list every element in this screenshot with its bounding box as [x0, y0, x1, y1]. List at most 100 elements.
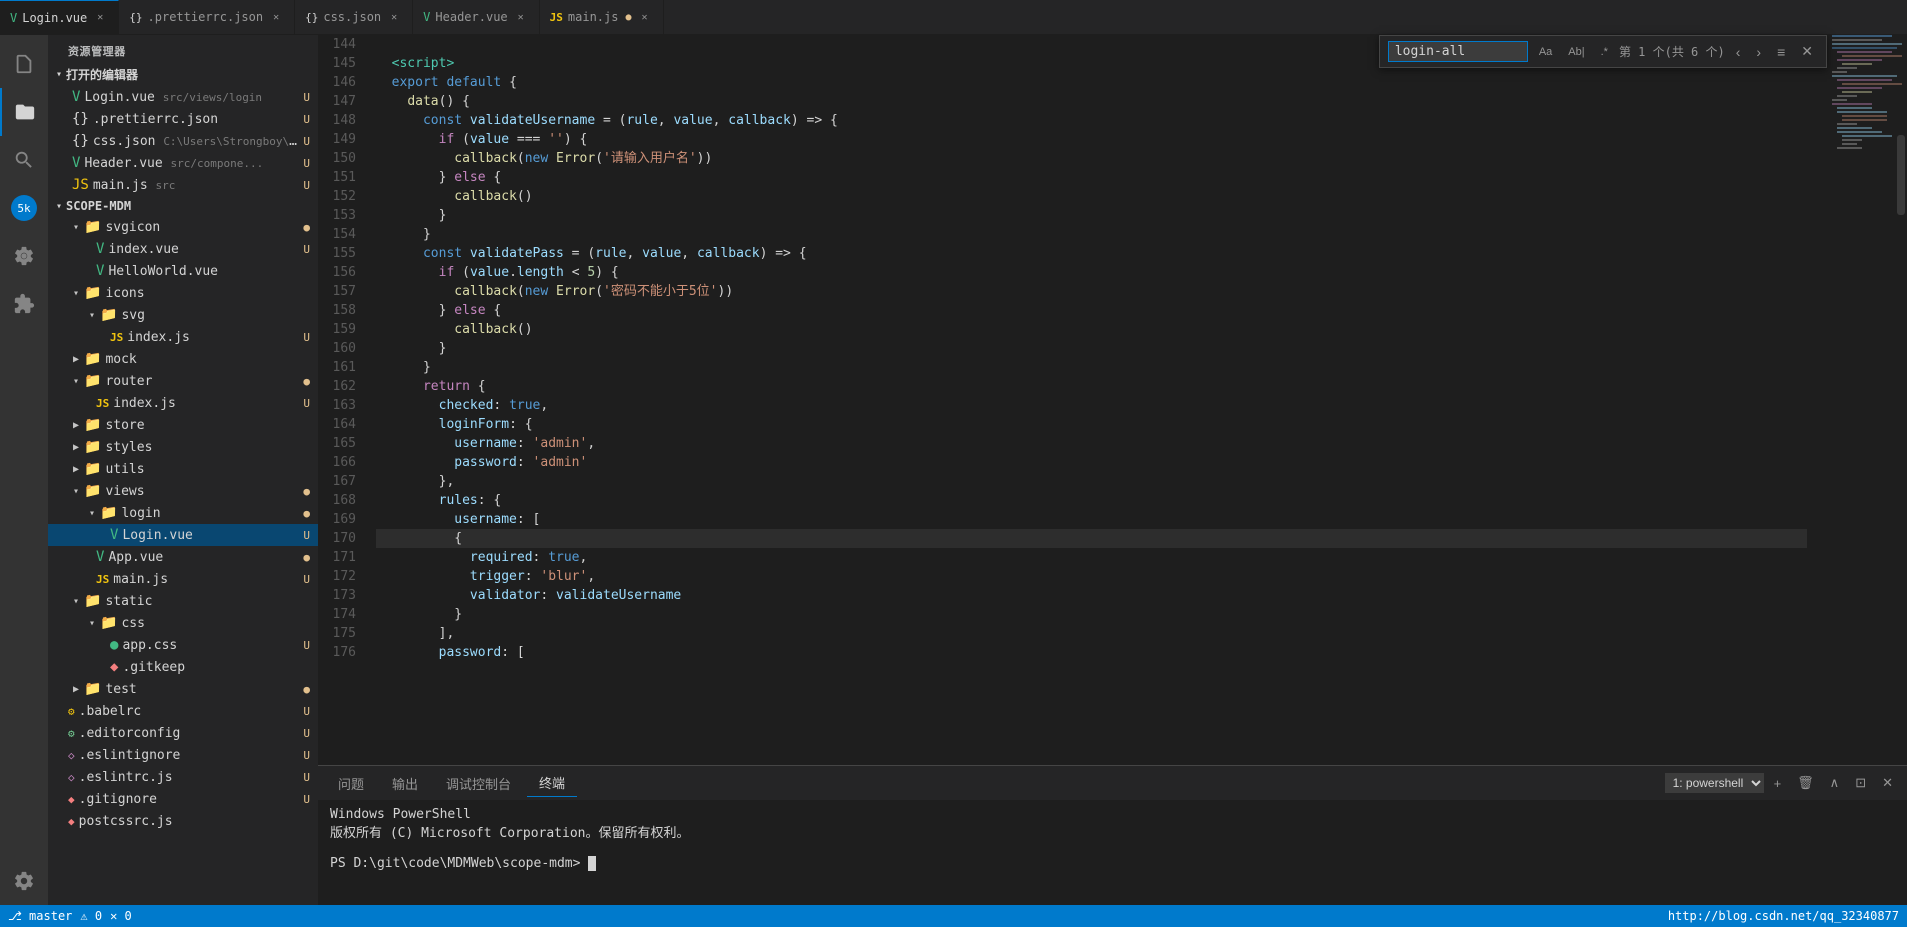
tree-css-folder[interactable]: ▾ 📁 css [48, 612, 318, 634]
tab-prettierrc[interactable]: {} .prettierrc.json ✕ [119, 0, 295, 35]
status-warnings[interactable]: ✕ 0 [110, 909, 132, 923]
status-branch[interactable]: ⎇ master [8, 909, 72, 923]
code-line-155: const validatePass = (rule, value, callb… [376, 244, 1807, 263]
extensions-activity-icon[interactable] [0, 280, 48, 328]
vue-icon-tree-2: V [96, 263, 104, 279]
open-editors-label: 打开的编辑器 [66, 66, 138, 83]
tree-test[interactable]: ▶ 📁 test ● [48, 678, 318, 700]
code-line-169: username: [ [376, 510, 1807, 529]
tree-styles[interactable]: ▶ 📁 styles [48, 436, 318, 458]
tab-close-login-vue[interactable]: ✕ [92, 10, 108, 26]
scope-mdm-section[interactable]: ▾ SCOPE-MDM [48, 196, 318, 216]
tree-helloworld-vue[interactable]: V HelloWorld.vue [48, 260, 318, 282]
tree-gitkeep[interactable]: ◆ .gitkeep [48, 656, 318, 678]
settings-activity-icon[interactable] [0, 857, 48, 905]
find-input[interactable] [1388, 41, 1528, 62]
open-file-login-vue[interactable]: V Login.vue src/views/login U [48, 86, 318, 108]
u-badge-7: U [303, 705, 310, 718]
terminal-body[interactable]: Windows PowerShell 版权所有 (C) Microsoft Co… [318, 801, 1907, 905]
tab-css-json[interactable]: {} css.json ✕ [295, 0, 413, 35]
code-line-149: if (value === '') { [376, 130, 1807, 149]
tab-header-vue[interactable]: V Header.vue ✕ [413, 0, 539, 35]
terminal-line-3 [330, 841, 1895, 856]
terminal-close-btn[interactable]: ✕ [1876, 773, 1899, 793]
tab-close-header-vue[interactable]: ✕ [513, 9, 529, 25]
tab-close-prettierrc[interactable]: ✕ [268, 9, 284, 25]
find-regex-btn[interactable]: .* [1596, 44, 1613, 60]
find-close-btn[interactable]: ✕ [1796, 40, 1818, 63]
tree-babelrc[interactable]: ⚙ .babelrc U [48, 700, 318, 722]
expand-arrow-7: ▶ [68, 439, 84, 455]
tree-postcssrc[interactable]: ◆ postcssrc.js [48, 810, 318, 832]
terminal-add-btn[interactable]: + [1768, 774, 1788, 793]
find-case-btn[interactable]: Aa [1534, 44, 1557, 60]
tab-login-vue[interactable]: V Login.vue ✕ [0, 0, 119, 35]
tab-label: Header.vue [435, 10, 507, 24]
tab-close-main-js[interactable]: ✕ [637, 9, 653, 25]
tree-icons[interactable]: ▾ 📁 icons [48, 282, 318, 304]
tree-app-css[interactable]: ● app.css U [48, 634, 318, 656]
code-line-151: } else { [376, 168, 1807, 187]
tree-mock[interactable]: ▶ 📁 mock [48, 348, 318, 370]
search-activity-icon[interactable] [0, 136, 48, 184]
tree-index-js-icons[interactable]: JS index.js U [48, 326, 318, 348]
code-line-157: callback(new Error('密码不能小于5位')) [376, 282, 1807, 301]
code-line-167: }, [376, 472, 1807, 491]
find-word-btn[interactable]: Ab| [1563, 44, 1589, 60]
scope-mdm-label: SCOPE-MDM [66, 199, 131, 213]
tree-editorconfig[interactable]: ⚙ .editorconfig U [48, 722, 318, 744]
tree-index-vue[interactable]: V index.vue U [48, 238, 318, 260]
chevron-down-icon: ▾ [56, 69, 62, 80]
tab-output[interactable]: 输出 [380, 770, 430, 797]
tree-svgicon[interactable]: ▾ 📁 svgicon ● [48, 216, 318, 238]
terminal-split-btn[interactable]: ⊡ [1849, 773, 1872, 793]
tab-debug-label: 调试控制台 [446, 778, 511, 793]
open-file-prettierrc[interactable]: {} .prettierrc.json U [48, 108, 318, 130]
find-expand-btn[interactable]: ≡ [1772, 41, 1790, 63]
git-activity-icon[interactable]: 5k [0, 184, 48, 232]
tree-label-index-js: index.js [127, 330, 299, 345]
folder-css-icon: 📁 [100, 615, 117, 631]
terminal-chevron-up-btn[interactable]: ∧ [1824, 773, 1846, 793]
terminal-trash-btn[interactable]: 🗑 [1791, 773, 1820, 793]
terminal-line-1: Windows PowerShell [330, 807, 1895, 822]
tree-views[interactable]: ▾ 📁 views ● [48, 480, 318, 502]
expand-arrow-3: ▾ [84, 307, 100, 323]
tree-router[interactable]: ▾ 📁 router ● [48, 370, 318, 392]
debug-activity-icon[interactable] [0, 232, 48, 280]
tree-store[interactable]: ▶ 📁 store [48, 414, 318, 436]
tree-app-vue[interactable]: V App.vue ● [48, 546, 318, 568]
tree-eslintrc-js[interactable]: ◇ .eslintrc.js U [48, 766, 318, 788]
code-line-166: password: 'admin' [376, 453, 1807, 472]
status-errors[interactable]: ⚠ 0 [80, 909, 102, 923]
code-content[interactable]: <script> export default { data() { const… [368, 35, 1827, 765]
tab-main-js[interactable]: JS main.js ● ✕ [540, 0, 664, 35]
tab-problems[interactable]: 问题 [326, 770, 376, 797]
tree-svg[interactable]: ▾ 📁 svg [48, 304, 318, 326]
folder-icons-icon: 📁 [84, 285, 101, 301]
open-editors-section[interactable]: ▾ 打开的编辑器 [48, 63, 318, 86]
tree-static[interactable]: ▾ 📁 static [48, 590, 318, 612]
open-file-header-vue[interactable]: V Header.vue src/compone... U [48, 152, 318, 174]
tree-label-svgicon: svgicon [105, 220, 299, 235]
tree-login-vue[interactable]: V Login.vue U [48, 524, 318, 546]
tab-terminal[interactable]: 终端 [527, 769, 577, 797]
tree-login-folder[interactable]: ▾ 📁 login ● [48, 502, 318, 524]
tree-main-js[interactable]: JS main.js U [48, 568, 318, 590]
explorer-activity-icon[interactable] [0, 88, 48, 136]
tree-index-js-router[interactable]: JS index.js U [48, 392, 318, 414]
code-line-156: if (value.length < 5) { [376, 263, 1807, 282]
tree-gitignore[interactable]: ◆ .gitignore U [48, 788, 318, 810]
tab-close-css-json[interactable]: ✕ [386, 9, 402, 25]
tree-eslintignore[interactable]: ◇ .eslintignore U [48, 744, 318, 766]
tab-debug-console[interactable]: 调试控制台 [434, 770, 523, 797]
open-file-main-js[interactable]: JS main.js src U [48, 174, 318, 196]
tree-utils[interactable]: ▶ 📁 utils [48, 458, 318, 480]
tree-label-app-css: app.css [122, 638, 299, 653]
find-next-btn[interactable]: › [1751, 41, 1766, 63]
find-prev-btn[interactable]: ‹ [1731, 41, 1746, 63]
terminal-dropdown[interactable]: 1: powershell [1665, 773, 1764, 793]
files-activity-icon[interactable] [0, 40, 48, 88]
git-file-icon: ◆ [110, 659, 118, 675]
open-file-css-json[interactable]: {} css.json C:\Users\Strongboy\A... U [48, 130, 318, 152]
